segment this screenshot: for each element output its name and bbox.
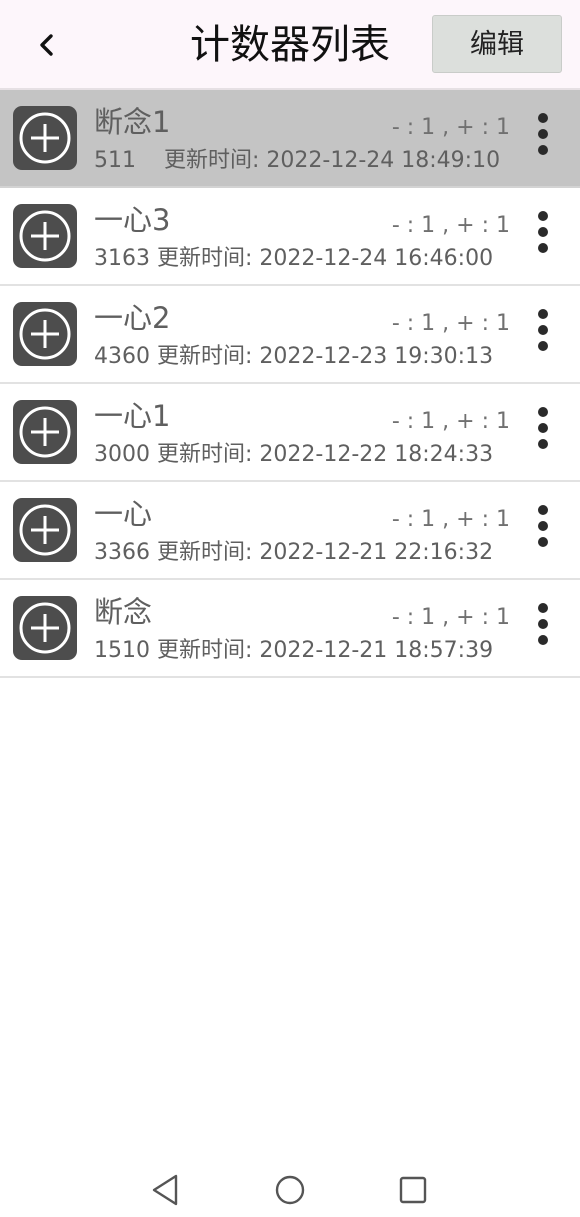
more-options-button[interactable] <box>524 210 562 266</box>
more-vertical-icon <box>538 113 548 155</box>
updated-time: 2022-12-23 19:30:13 <box>259 344 494 369</box>
square-recents-icon <box>399 1176 427 1204</box>
counter-list: 断念1 - : 1 , + : 1 511 更新时间: 2022-12-24 1… <box>0 90 580 678</box>
counter-meta: 511 更新时间: 2022-12-24 18:49:10 <box>94 146 500 176</box>
more-options-button[interactable] <box>524 504 562 560</box>
more-vertical-icon <box>538 603 548 645</box>
counter-meta: 4360 更新时间: 2022-12-23 19:30:13 <box>94 342 493 372</box>
updated-time: 2022-12-24 18:49:10 <box>266 148 501 173</box>
counter-name: 断念1 <box>94 105 171 139</box>
counter-meta: 3366 更新时间: 2022-12-21 22:16:32 <box>94 538 493 568</box>
add-counter-button[interactable] <box>13 106 77 170</box>
nav-back-button[interactable] <box>146 1170 186 1210</box>
circle-home-icon <box>275 1175 305 1205</box>
plus-circle-icon <box>19 210 71 262</box>
add-counter-button[interactable] <box>13 204 77 268</box>
add-counter-button[interactable] <box>13 596 77 660</box>
plus-circle-icon <box>19 112 71 164</box>
counter-name: 一心 <box>94 497 153 531</box>
page-title: 计数器列表 <box>190 22 390 68</box>
chevron-left-icon <box>40 34 53 56</box>
counter-row[interactable]: 断念1 - : 1 , + : 1 511 更新时间: 2022-12-24 1… <box>0 90 580 188</box>
updated-time: 2022-12-21 18:57:39 <box>259 638 494 663</box>
counter-count: 511 <box>94 148 136 173</box>
counter-row[interactable]: 一心1 - : 1 , + : 1 3000 更新时间: 2022-12-22 … <box>0 384 580 482</box>
triangle-back-icon <box>152 1174 178 1206</box>
counter-count: 4360 <box>94 344 150 369</box>
counter-count: 1510 <box>94 638 150 663</box>
counter-step: - : 1 , + : 1 <box>391 507 510 532</box>
counter-meta: 1510 更新时间: 2022-12-21 18:57:39 <box>94 636 493 666</box>
counter-name: 一心1 <box>94 399 171 433</box>
counter-step: - : 1 , + : 1 <box>391 409 510 434</box>
updated-label: 更新时间: <box>157 344 253 369</box>
app-header: 计数器列表 编辑 <box>0 0 580 90</box>
counter-step: - : 1 , + : 1 <box>391 213 510 238</box>
counter-name: 断念 <box>94 595 153 629</box>
updated-label: 更新时间: <box>163 148 260 173</box>
plus-circle-icon <box>19 308 71 360</box>
updated-label: 更新时间: <box>157 540 253 565</box>
counter-meta: 3000 更新时间: 2022-12-22 18:24:33 <box>94 440 493 470</box>
counter-step: - : 1 , + : 1 <box>391 605 510 630</box>
updated-time: 2022-12-24 16:46:00 <box>259 246 494 271</box>
counter-step: - : 1 , + : 1 <box>391 311 510 336</box>
plus-circle-icon <box>19 504 71 556</box>
counter-meta: 3163 更新时间: 2022-12-24 16:46:00 <box>94 244 493 274</box>
more-options-button[interactable] <box>524 308 562 364</box>
back-button[interactable] <box>26 22 68 68</box>
counter-row[interactable]: 一心 - : 1 , + : 1 3366 更新时间: 2022-12-21 2… <box>0 482 580 580</box>
more-vertical-icon <box>538 211 548 253</box>
more-vertical-icon <box>538 505 548 547</box>
nav-recents-button[interactable] <box>393 1170 433 1210</box>
updated-label: 更新时间: <box>157 246 253 271</box>
add-counter-button[interactable] <box>13 302 77 366</box>
add-counter-button[interactable] <box>13 400 77 464</box>
counter-row[interactable]: 断念 - : 1 , + : 1 1510 更新时间: 2022-12-21 1… <box>0 580 580 678</box>
counter-count: 3000 <box>94 442 150 467</box>
counter-name: 一心2 <box>94 301 171 335</box>
updated-time: 2022-12-22 18:24:33 <box>259 442 494 467</box>
counter-step: - : 1 , + : 1 <box>391 115 510 140</box>
counter-count: 3163 <box>94 246 150 271</box>
edit-button[interactable]: 编辑 <box>432 15 562 73</box>
counter-name: 一心3 <box>94 203 171 237</box>
counter-row[interactable]: 一心3 - : 1 , + : 1 3163 更新时间: 2022-12-24 … <box>0 188 580 286</box>
more-options-button[interactable] <box>524 602 562 658</box>
more-options-button[interactable] <box>524 406 562 462</box>
more-vertical-icon <box>538 309 548 351</box>
counter-row[interactable]: 一心2 - : 1 , + : 1 4360 更新时间: 2022-12-23 … <box>0 286 580 384</box>
counter-count: 3366 <box>94 540 150 565</box>
add-counter-button[interactable] <box>13 498 77 562</box>
more-options-button[interactable] <box>524 112 562 168</box>
updated-label: 更新时间: <box>157 638 253 663</box>
updated-time: 2022-12-21 22:16:32 <box>259 540 494 565</box>
more-vertical-icon <box>538 407 548 449</box>
counter-list-screen: 计数器列表 编辑 断念1 - : 1 , + : 1 511 更新时间: 202… <box>0 0 580 1217</box>
system-nav-bar <box>0 1160 580 1217</box>
plus-circle-icon <box>19 406 71 458</box>
plus-circle-icon <box>19 602 71 654</box>
updated-label: 更新时间: <box>157 442 253 467</box>
nav-home-button[interactable] <box>270 1170 310 1210</box>
